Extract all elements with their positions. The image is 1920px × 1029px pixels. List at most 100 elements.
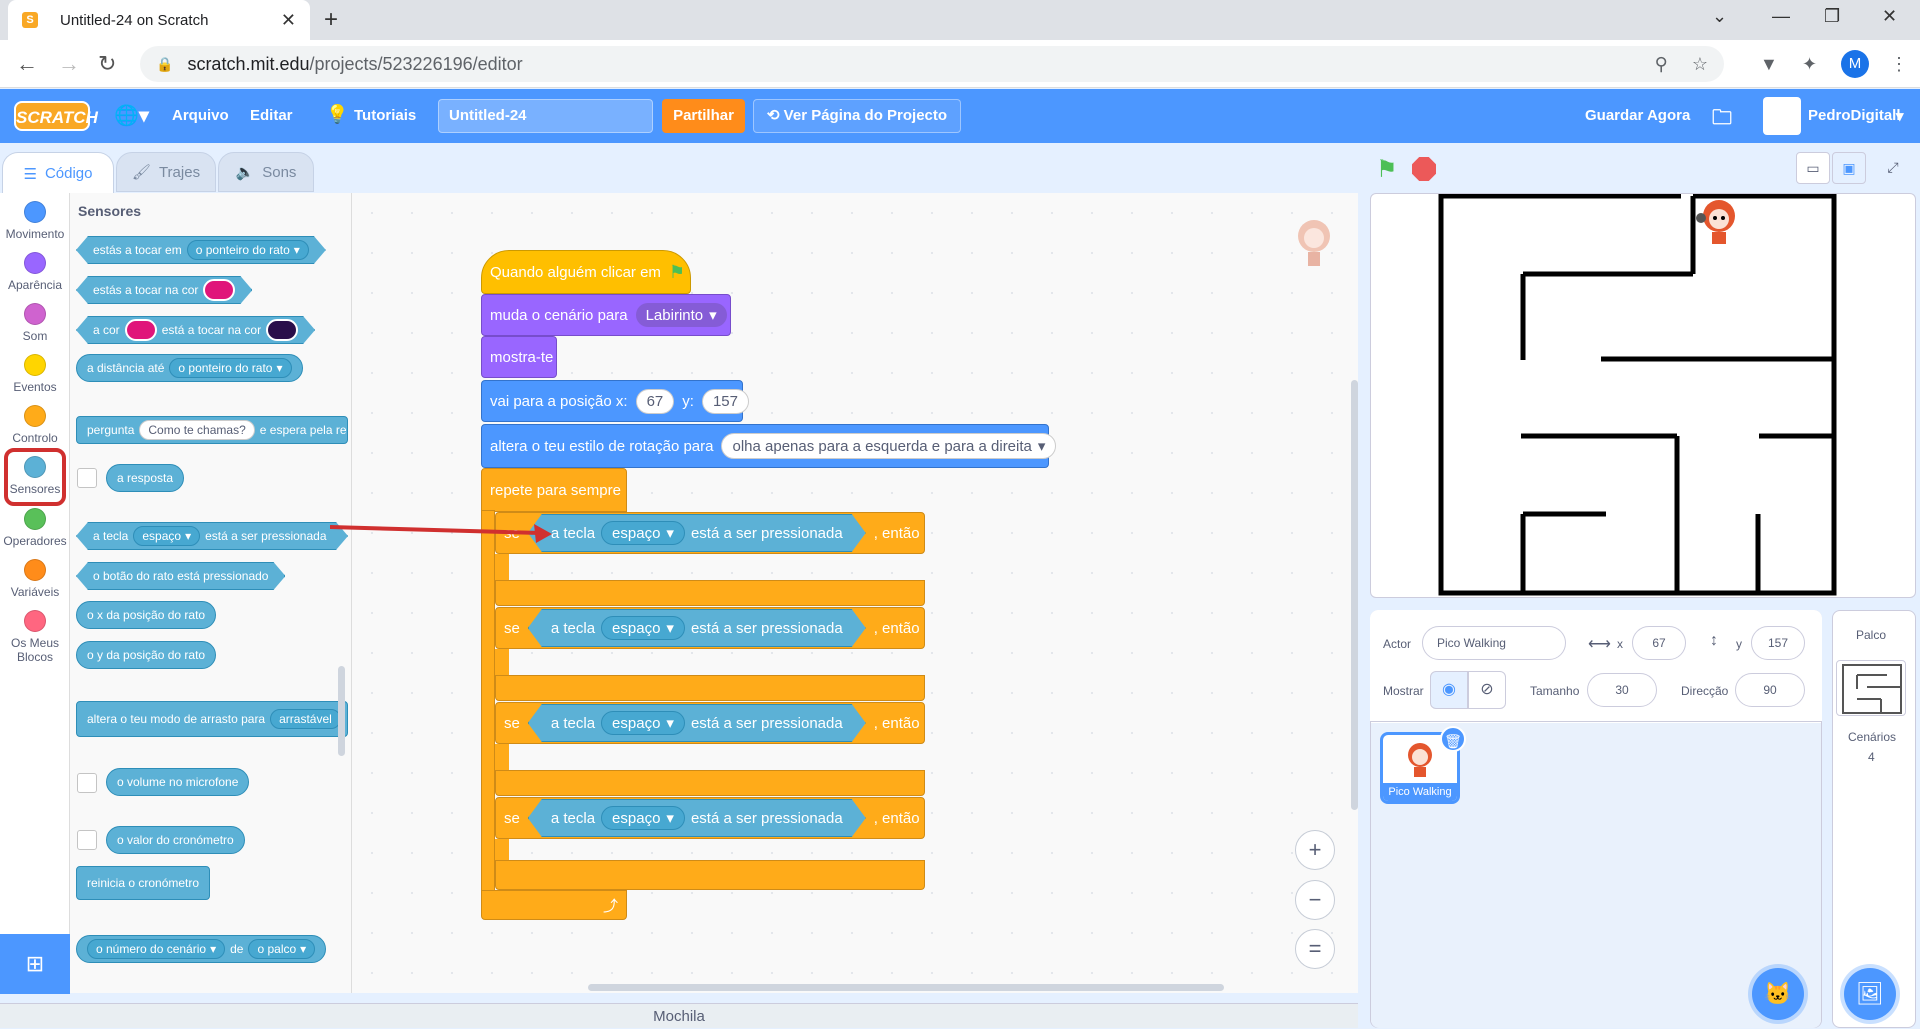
puzzle-extensions-icon[interactable]: ✦ bbox=[1802, 54, 1817, 75]
stop-sign-icon[interactable] bbox=[1412, 157, 1436, 181]
block-key-pressed[interactable]: a tecla espaço ▾ está a ser pressionada bbox=[76, 522, 348, 550]
category-variables[interactable]: Variáveis bbox=[0, 559, 70, 599]
language-globe-icon[interactable]: 🌐▾ bbox=[114, 103, 149, 128]
tab-code[interactable]: ☰ Código bbox=[2, 152, 114, 194]
block-dropdown[interactable]: espaço ▾ bbox=[601, 616, 685, 640]
key-pressed-condition[interactable]: a tecla espaço ▾ está a ser pressionada bbox=[528, 514, 866, 552]
green-flag-icon[interactable]: ⚑ bbox=[1376, 155, 1398, 184]
block-if-then-2[interactable]: se a tecla espaço ▾ está a ser pressionad… bbox=[495, 607, 925, 649]
category-looks[interactable]: Aparência bbox=[0, 252, 70, 292]
delete-sprite-trash-icon[interactable]: 🗑 bbox=[1440, 726, 1466, 752]
zoom-reset-button[interactable]: = bbox=[1295, 929, 1335, 969]
block-dropdown[interactable]: espaço ▾ bbox=[601, 711, 685, 735]
new-tab-icon[interactable]: + bbox=[324, 6, 338, 34]
script-area-vertical-scrollbar[interactable] bbox=[1351, 380, 1358, 810]
block-touching[interactable]: estás a tocar em o ponteiro do rato ▾ bbox=[76, 236, 326, 264]
share-button[interactable]: Partilhar bbox=[662, 99, 745, 133]
normal-stage-button[interactable]: ▣ bbox=[1832, 152, 1866, 184]
zoom-in-button[interactable]: + bbox=[1295, 830, 1335, 870]
answer-checkbox[interactable] bbox=[77, 468, 97, 488]
key-pressed-condition[interactable]: a tecla espaço ▾ está a ser pressionada bbox=[528, 799, 866, 837]
tab-costumes[interactable]: 🖌 Trajes bbox=[116, 152, 216, 192]
block-forever[interactable]: repete para sempre bbox=[481, 468, 627, 512]
block-reset-timer[interactable]: reinicia o cronómetro bbox=[76, 866, 211, 900]
hide-eye-slash-icon[interactable]: ⊘ bbox=[1468, 671, 1506, 709]
tab-sounds[interactable]: 🔈 Sons bbox=[218, 152, 314, 192]
block-ask-and-wait[interactable]: pergunta Como te chamas? e espera pela r… bbox=[76, 416, 348, 444]
category-events[interactable]: Eventos bbox=[0, 354, 70, 394]
block-dropdown[interactable]: Labirinto ▾ bbox=[635, 303, 727, 327]
add-backdrop-button[interactable]: 🖼 bbox=[1844, 968, 1896, 1020]
color-swatch[interactable] bbox=[125, 319, 157, 341]
add-sprite-button[interactable]: 🐱 bbox=[1752, 968, 1804, 1020]
block-when-flag-clicked[interactable]: Quando alguém clicar em ⚑ bbox=[481, 250, 691, 294]
color-swatch[interactable] bbox=[266, 319, 298, 341]
sprite-size-input[interactable]: 30 bbox=[1587, 673, 1657, 707]
menu-edit[interactable]: Editar bbox=[250, 107, 293, 124]
reload-icon[interactable]: ↻ bbox=[98, 51, 116, 77]
close-window-icon[interactable]: ✕ bbox=[1882, 6, 1897, 27]
show-visible-eye-icon[interactable]: ◉ bbox=[1430, 671, 1468, 709]
key-pressed-condition[interactable]: a tecla espaço ▾ está a ser pressionada bbox=[528, 704, 866, 742]
block-distance-to[interactable]: a distância até o ponteiro do rato ▾ bbox=[76, 354, 303, 382]
zoom-out-button[interactable]: − bbox=[1295, 880, 1335, 920]
block-backdrop-of[interactable]: o número do cenário ▾ de o palco ▾ bbox=[76, 935, 327, 963]
minimize-icon[interactable]: — bbox=[1772, 6, 1790, 27]
block-timer[interactable]: o valor do cronómetro bbox=[106, 826, 245, 854]
key-pressed-condition[interactable]: a tecla espaço ▾ está a ser pressionada bbox=[528, 609, 866, 647]
save-now-button[interactable]: Guardar Agora bbox=[1585, 107, 1690, 124]
sprite-y-input[interactable]: 157 bbox=[1751, 626, 1805, 660]
block-loudness[interactable]: o volume no microfone bbox=[106, 768, 250, 796]
browser-tab[interactable]: S Untitled-24 on Scratch ✕ bbox=[8, 0, 310, 40]
account-chevron-down-icon[interactable]: ▾ bbox=[1896, 107, 1904, 125]
small-stage-button[interactable]: ▭ bbox=[1796, 152, 1830, 184]
block-dropdown[interactable]: espaço ▾ bbox=[133, 526, 200, 546]
category-my-blocks[interactable]: Os Meus Blocos bbox=[0, 610, 70, 664]
zoom-icon[interactable]: ⚲ bbox=[1655, 54, 1668, 75]
sprite-x-input[interactable]: 67 bbox=[1632, 626, 1686, 660]
loudness-checkbox[interactable] bbox=[77, 773, 97, 793]
ask-input[interactable]: Como te chamas? bbox=[139, 420, 255, 440]
fullscreen-icon[interactable]: ⤢ bbox=[1876, 152, 1910, 184]
block-dropdown[interactable]: o ponteiro do rato ▾ bbox=[187, 240, 309, 260]
browser-menu-icon[interactable]: ⋮ bbox=[1890, 54, 1908, 75]
block-dropdown[interactable]: arrastável bbox=[270, 709, 341, 729]
back-icon[interactable]: ← bbox=[16, 51, 38, 77]
sprite-direction-input[interactable]: 90 bbox=[1735, 673, 1805, 707]
block-color-touching-color[interactable]: a cor está a tocar na cor bbox=[76, 316, 315, 344]
block-set-drag-mode[interactable]: altera o teu modo de arrasto para arrast… bbox=[76, 701, 348, 737]
block-dropdown[interactable]: o ponteiro do rato ▾ bbox=[169, 358, 292, 378]
block-dropdown[interactable]: olha apenas para a esquerda e para a dir… bbox=[721, 433, 1057, 459]
timer-checkbox[interactable] bbox=[77, 830, 97, 850]
category-control[interactable]: Controlo bbox=[0, 405, 70, 445]
category-motion[interactable]: Movimento bbox=[0, 201, 70, 241]
block-go-to-xy[interactable]: vai para a posição x: 67 y: 157 bbox=[481, 380, 749, 422]
script-area-horizontal-scrollbar[interactable] bbox=[588, 984, 1224, 991]
my-stuff-folder-icon[interactable]: 🗀 bbox=[1712, 103, 1732, 137]
add-extension-button[interactable]: ⊞ bbox=[0, 934, 70, 994]
see-project-page-button[interactable]: ⟲ Ver Página do Projecto bbox=[753, 99, 961, 133]
project-title-input[interactable]: Untitled-24 bbox=[438, 99, 653, 133]
block-mouse-y[interactable]: o y da posição do rato bbox=[76, 641, 217, 669]
profile-avatar[interactable]: M bbox=[1841, 50, 1869, 78]
block-show[interactable]: mostra-te bbox=[481, 336, 557, 378]
user-avatar[interactable] bbox=[1763, 97, 1801, 135]
block-mouse-down[interactable]: o botão do rato está pressionado bbox=[76, 562, 285, 590]
block-dropdown[interactable]: espaço ▾ bbox=[601, 521, 685, 545]
block-set-rotation-style[interactable]: altera o teu estilo de rotação para olha… bbox=[481, 424, 1057, 468]
x-input[interactable]: 67 bbox=[635, 388, 675, 414]
tab-search-icon[interactable]: ⌄ bbox=[1712, 6, 1727, 27]
block-if-then-4[interactable]: se a tecla espaço ▾ está a ser pressionad… bbox=[495, 797, 925, 839]
block-mouse-x[interactable]: o x da posição do rato bbox=[76, 601, 217, 629]
close-tab-icon[interactable]: ✕ bbox=[281, 10, 296, 31]
bookmark-star-icon[interactable]: ☆ bbox=[1692, 54, 1708, 75]
color-swatch[interactable] bbox=[203, 279, 235, 301]
extension-icon[interactable]: ▼ bbox=[1760, 54, 1778, 75]
block-dropdown[interactable]: espaço ▾ bbox=[601, 806, 685, 830]
maximize-icon[interactable]: ❐ bbox=[1824, 6, 1840, 27]
block-switch-backdrop[interactable]: muda o cenário para Labirinto ▾ bbox=[481, 294, 731, 336]
menu-tutorials[interactable]: Tutoriais bbox=[354, 107, 416, 124]
y-input[interactable]: 157 bbox=[701, 388, 749, 414]
scratch-logo[interactable]: SCRATCH bbox=[14, 101, 98, 131]
sprite-name-input[interactable]: Pico Walking bbox=[1422, 626, 1566, 660]
